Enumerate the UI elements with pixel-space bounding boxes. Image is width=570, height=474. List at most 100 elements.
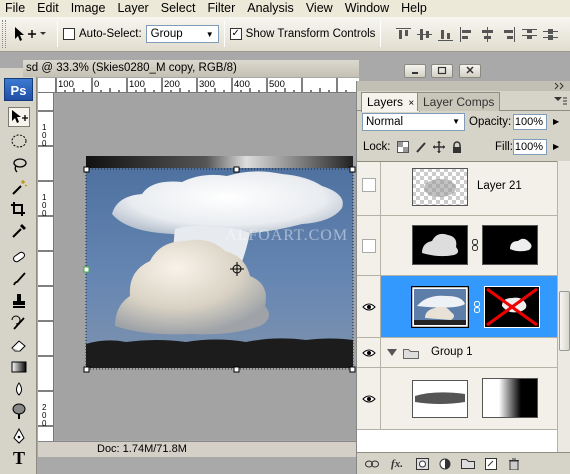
new-group-icon[interactable] [461,457,475,471]
minimize-button[interactable] [404,64,426,78]
layer-group-name[interactable]: Group 1 [431,346,473,358]
pen-tool[interactable] [8,426,30,446]
menu-view[interactable]: View [301,0,340,17]
marquee-icon [11,134,27,148]
menu-edit[interactable]: Edit [32,0,66,17]
lock-all-icon[interactable] [449,139,464,154]
options-gripper[interactable] [2,20,6,48]
lock-transparent-icon[interactable] [395,139,410,154]
layer-list: Layer 21 Group 1 [357,161,557,452]
new-layer-icon[interactable] [484,457,498,471]
type-tool[interactable]: T [8,448,30,468]
magic-wand-tool[interactable] [8,177,30,197]
layer-name[interactable]: Layer 21 [477,180,522,192]
maximize-button[interactable] [431,64,453,78]
menu-select[interactable]: Select [156,0,203,17]
align-right-edges-icon[interactable] [501,26,516,42]
eye-icon [361,395,376,402]
healing-brush-icon [13,251,25,263]
layer-row[interactable] [357,368,557,430]
menu-file[interactable]: File [0,0,32,17]
expand-triangle-icon[interactable] [387,349,397,357]
adjustment-layer-icon[interactable] [438,457,452,471]
close-tab-icon[interactable]: × [408,98,414,109]
align-bottom-edges-icon[interactable] [438,27,454,42]
eraser-tool[interactable] [8,335,30,355]
gradient-tool[interactable] [8,357,30,377]
align-left-edges-icon[interactable] [459,26,474,42]
opacity-slider-arrow-icon[interactable]: ▶ [553,117,559,126]
dodge-tool[interactable] [8,401,30,421]
history-brush-tool[interactable] [8,313,30,333]
auto-select-value: Group [150,28,183,40]
ruler-corner[interactable] [38,78,56,93]
layer-row[interactable]: Layer 21 [357,162,557,216]
canvas-area[interactable]: ALFOART.COM [55,94,359,440]
document-canvas[interactable]: ALFOART.COM [55,94,359,440]
ruler-vertical[interactable]: 1 0 0 1 0 0 2 0 0 [38,93,54,443]
show-transform-checkbox[interactable]: ✓ [229,28,242,40]
panel-menu-icon[interactable] [553,96,567,106]
menu-layer[interactable]: Layer [112,0,155,17]
visibility-toggle[interactable] [357,162,381,215]
menu-help[interactable]: Help [396,0,434,17]
chevron-down-icon: ▼ [452,117,460,126]
distribute-center-icon[interactable] [543,27,559,42]
crop-tool[interactable] [8,199,30,219]
eraser-icon [11,340,26,352]
visibility-toggle[interactable] [357,338,381,367]
panel-header[interactable] [357,81,570,91]
blend-mode-dropdown[interactable]: Normal ▼ [362,113,465,131]
visibility-toggle[interactable] [357,216,381,275]
clone-stamp-tool[interactable] [8,291,30,311]
menu-image[interactable]: Image [66,0,113,17]
spot-healing-tool[interactable] [8,247,30,267]
menu-analysis[interactable]: Analysis [242,0,301,17]
distribute-top-icon[interactable] [522,27,538,42]
lock-image-brush-icon[interactable] [413,139,428,154]
visibility-toggle[interactable] [357,276,381,337]
align-top-edges-icon[interactable] [396,27,412,42]
elliptical-marquee-tool[interactable] [8,131,30,151]
auto-select-checkbox[interactable] [63,28,75,40]
layer-style-button[interactable]: fx. [388,457,406,471]
scrollbar-thumb[interactable] [559,291,570,351]
visibility-toggle[interactable] [357,368,381,429]
move-tool[interactable] [8,107,30,127]
tab-layer-comps-label: Layer Comps [423,95,495,109]
ruler-horizontal[interactable]: 100 0 100 200 300 400 500 [56,78,359,93]
layer-group-row[interactable]: Group 1 [357,338,557,368]
link-layers-icon[interactable] [365,457,379,471]
ruler-label: 0 [42,209,47,218]
menu-filter[interactable]: Filter [202,0,242,17]
chevron-down-icon: ▼ [205,29,214,39]
layers-scrollbar[interactable] [557,161,570,452]
eyedropper-tool[interactable] [8,221,30,241]
history-brush-icon [11,315,25,330]
doc-size-info[interactable]: Doc: 1.74M/71.8M [97,442,187,457]
fill-slider-arrow-icon[interactable]: ▶ [553,142,559,151]
lasso-tool[interactable] [8,155,30,175]
auto-select-dropdown[interactable]: Group ▼ [145,25,219,43]
blur-tool[interactable] [8,379,30,399]
link-icon[interactable] [471,239,479,251]
layer-row[interactable] [357,216,557,276]
align-vertical-centers-icon[interactable] [417,27,433,42]
menu-window[interactable]: Window [340,0,396,17]
separator [57,21,58,47]
tool-preset-picker[interactable] [12,25,52,43]
align-horizontal-centers-icon[interactable] [480,26,495,42]
close-button[interactable] [459,64,481,78]
tab-layer-comps[interactable]: Layer Comps [417,92,501,111]
trash-icon[interactable] [507,457,521,471]
opacity-input[interactable]: 100% [513,114,547,130]
brush-tool[interactable] [8,269,30,289]
layer-row-selected[interactable] [357,276,557,338]
options-bar: Auto-Select: Group ▼ ✓ Show Transform Co… [0,17,570,52]
layer-thumbnail [412,168,468,206]
link-icon[interactable] [473,301,481,313]
fill-input[interactable]: 100% [513,139,547,155]
tab-layers[interactable]: Layers × [361,92,421,112]
lock-position-icon[interactable] [431,139,446,154]
add-mask-icon[interactable] [415,457,429,471]
